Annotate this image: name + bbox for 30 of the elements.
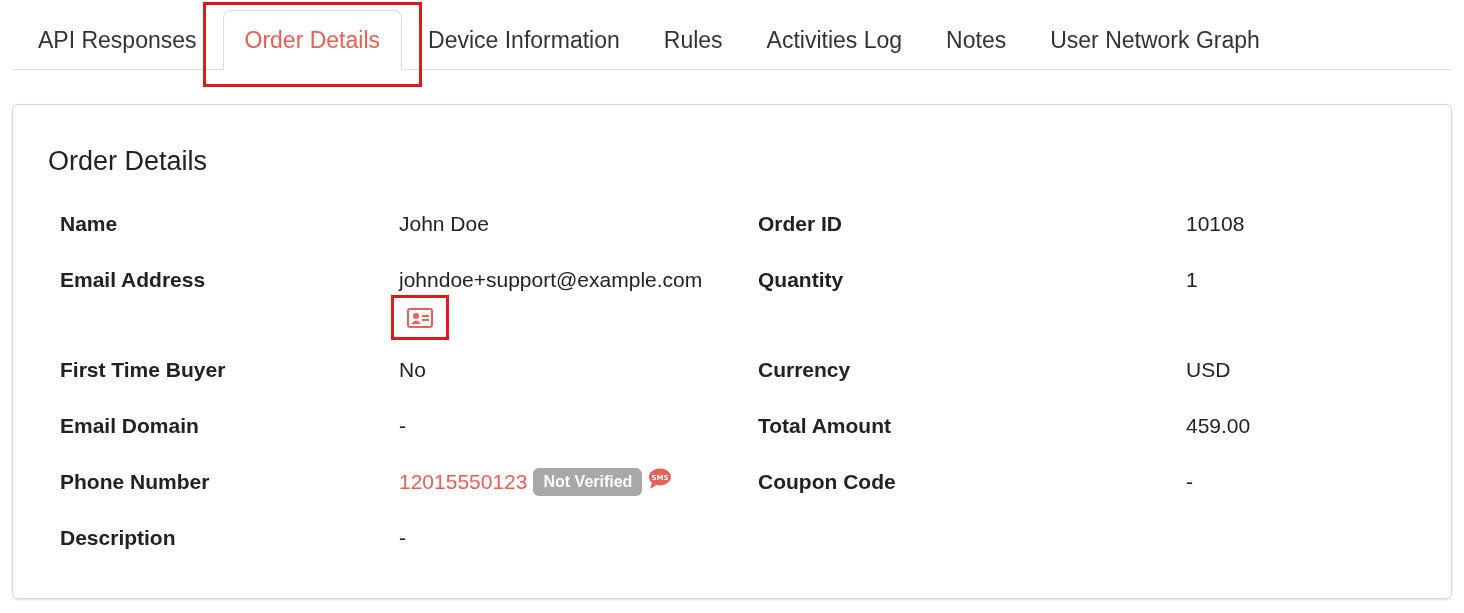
field-label: Email Domain [60, 413, 200, 439]
field-value: - [1186, 469, 1193, 495]
section-title: Order Details [48, 145, 209, 178]
field-label: Quantity [758, 266, 845, 293]
field-value: 459.00 [1186, 413, 1251, 439]
tab[interactable]: Rules [641, 10, 745, 70]
field-label: Phone Number [60, 469, 211, 495]
field-value: No [399, 357, 426, 383]
field-label: Name [60, 210, 119, 237]
tab[interactable]: Activities Log [744, 10, 925, 70]
field-value: USD [1186, 357, 1231, 383]
field-label: First Time Buyer [60, 357, 227, 383]
field-value: 10108 [1186, 210, 1245, 237]
field-value: johndoe+support@example.com [399, 266, 703, 293]
field-label: Order ID [758, 210, 844, 237]
tab[interactable]: API Responses [16, 10, 219, 70]
field-label: Total Amount [758, 413, 892, 439]
contact-card-icon[interactable] [407, 307, 433, 328]
tab[interactable]: Notes [924, 10, 1029, 70]
field-value: - [399, 525, 406, 551]
field-label: Email Address [60, 266, 207, 293]
status-badge: Not Verified [533, 468, 643, 496]
field-value: 1 [1186, 266, 1198, 293]
field-value: - [399, 413, 406, 439]
field-label: Coupon Code [758, 469, 897, 495]
field-label: Description [60, 525, 177, 551]
tab[interactable]: Device Information [406, 10, 642, 70]
field-label: Currency [758, 357, 852, 383]
field-value: John Doe [399, 210, 489, 237]
tab[interactable]: User Network Graph [1028, 10, 1282, 70]
